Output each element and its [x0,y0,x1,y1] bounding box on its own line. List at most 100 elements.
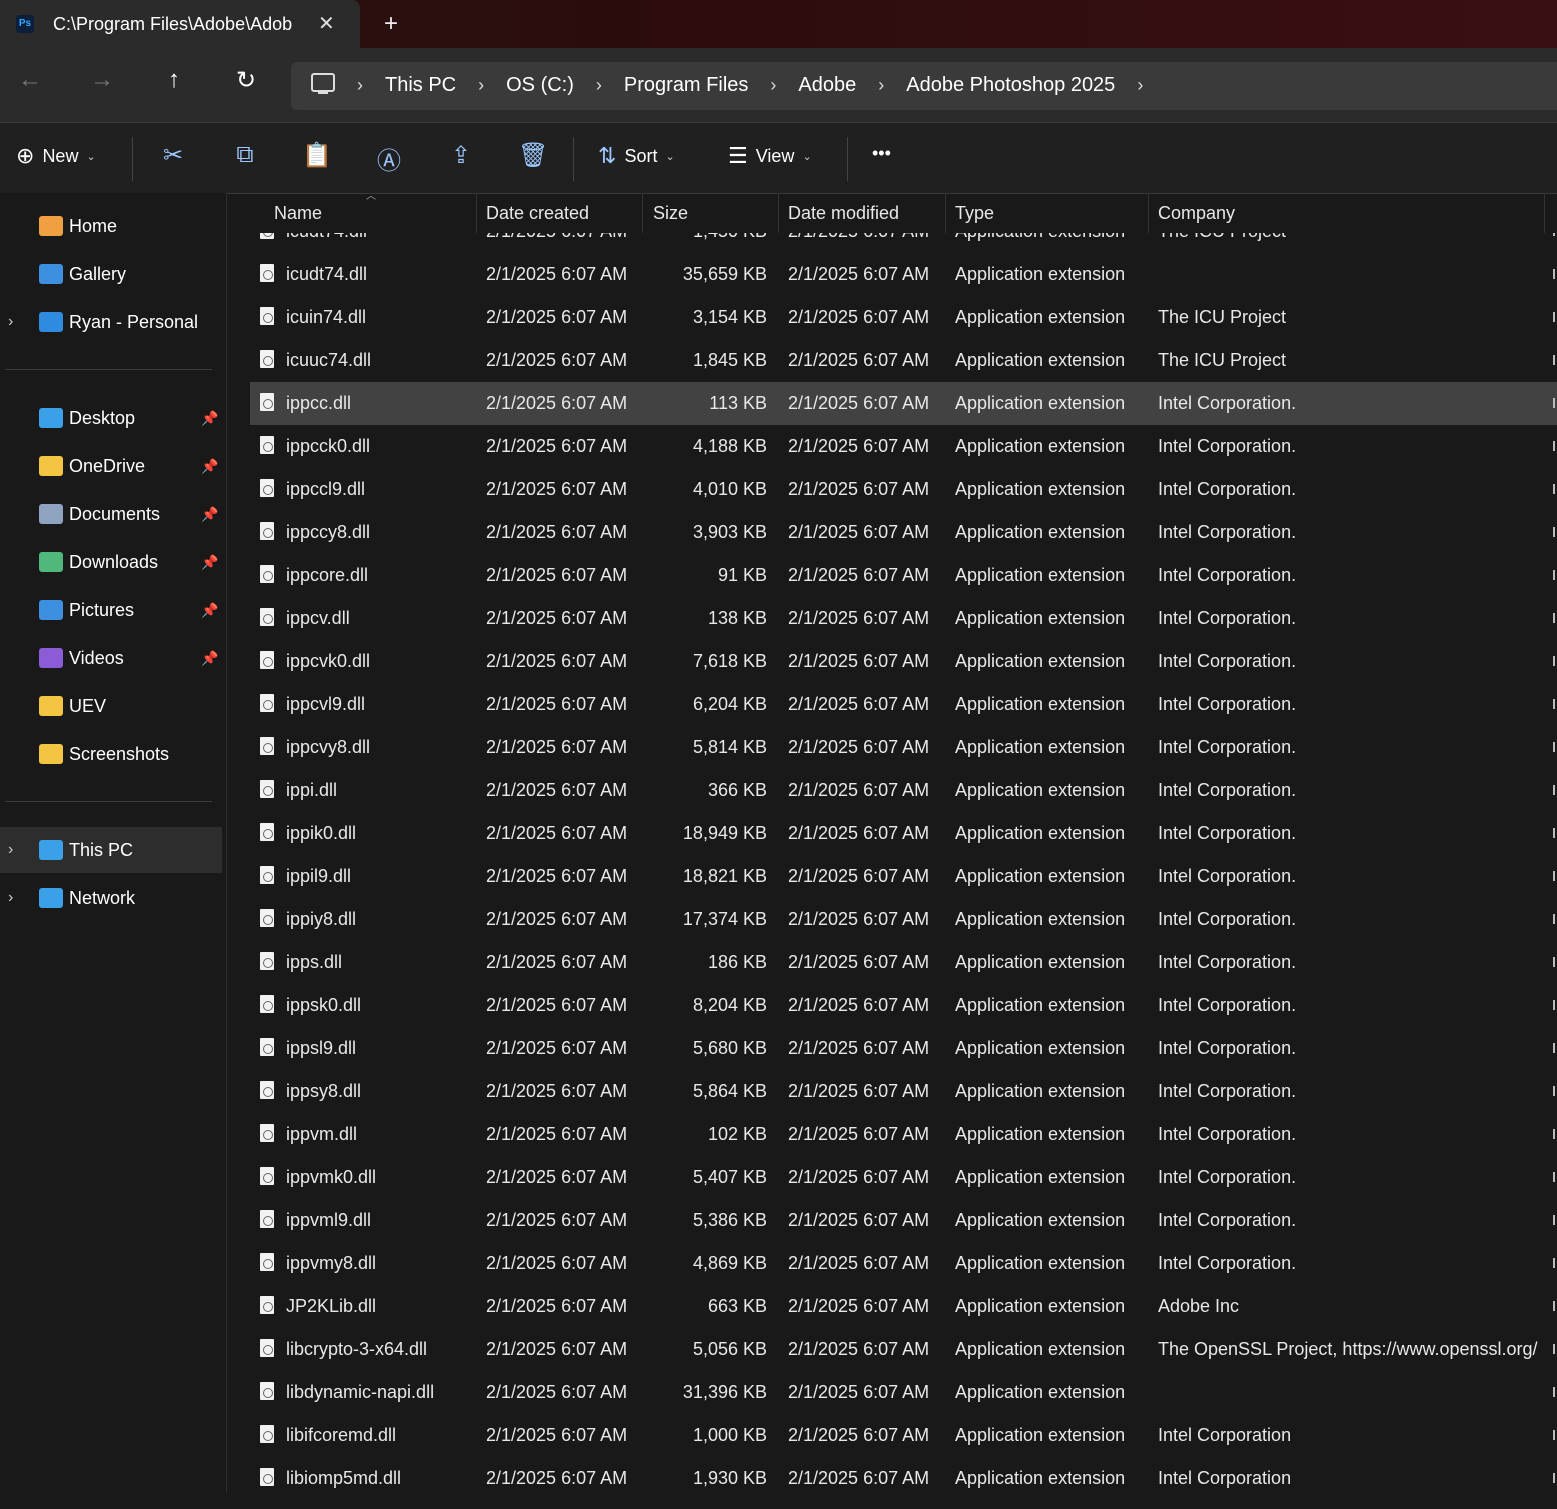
file-row[interactable]: ippcvl9.dll 2/1/2025 6:07 AM 6,204 KB 2/1/2… [250,683,1557,726]
file-row[interactable]: ippvml9.dll 2/1/2025 6:07 AM 5,386 KB 2/1/2… [250,1199,1557,1242]
pin-icon[interactable]: 📌 [201,410,218,427]
file-row[interactable]: icuuc74.dll 2/1/2025 6:07 AM 1,845 KB 2/1/2… [250,339,1557,382]
chevron-right-icon[interactable]: › [596,75,602,96]
sidebar-item-onedrive[interactable]: OneDrive 📌 [0,443,222,489]
row-edge-marker [1553,570,1555,580]
expand-chevron-icon[interactable]: › [8,841,13,859]
file-row[interactable]: ippcc.dll 2/1/2025 6:07 AM 113 KB 2/1/2025 … [250,382,1557,425]
chevron-right-icon[interactable]: › [357,75,363,96]
file-row[interactable]: ippsk0.dll 2/1/2025 6:07 AM 8,204 KB 2/1/20… [250,984,1557,1027]
sidebar-item-screenshots[interactable]: Screenshots [0,731,222,777]
sidebar-item-home[interactable]: Home [0,203,222,249]
file-name: ippcvk0.dll [286,651,371,671]
column-company[interactable]: Company [1158,203,1235,224]
file-row[interactable]: libiomp5md.dll 2/1/2025 6:07 AM 1,930 KB 2/… [250,1457,1557,1500]
sidebar-item-ryan-personal[interactable]: › Ryan - Personal [0,299,222,345]
up-arrow-icon[interactable]: ↑ [154,66,194,94]
file-size: 5,407 KB [692,1167,767,1187]
chevron-right-icon[interactable]: › [1137,75,1143,96]
file-row[interactable]: ippvmk0.dll 2/1/2025 6:07 AM 5,407 KB 2/1/2… [250,1156,1557,1199]
forward-arrow-icon[interactable]: → [82,66,122,94]
pin-icon[interactable]: 📌 [201,650,218,667]
file-row[interactable]: ippcck0.dll 2/1/2025 6:07 AM 4,188 KB 2/1/2… [250,425,1557,468]
column-divider[interactable] [642,193,643,233]
column-type[interactable]: Type [955,203,994,224]
file-row[interactable]: ippsy8.dll 2/1/2025 6:07 AM 5,864 KB 2/1/20… [250,1070,1557,1113]
view-button[interactable]: ☰ View ⌄ [728,143,812,169]
column-divider[interactable] [476,193,477,233]
sidebar-item-this-pc[interactable]: › This PC [0,827,222,873]
file-row[interactable]: icuin74.dll 2/1/2025 6:07 AM 3,154 KB 2/1/2… [250,296,1557,339]
sidebar-item-desktop[interactable]: Desktop 📌 [0,395,222,441]
tab-active[interactable]: Ps C:\Program Files\Adobe\Adob ✕ [0,0,360,48]
file-row[interactable]: JP2KLib.dll 2/1/2025 6:07 AM 663 KB 2/1/202… [250,1285,1557,1328]
refresh-icon[interactable]: ↻ [226,66,266,95]
sidebar-item-uev[interactable]: UEV [0,683,222,729]
sidebar-item-gallery[interactable]: Gallery [0,251,222,297]
delete-icon[interactable]: 🗑 [518,141,548,170]
chevron-right-icon[interactable]: › [478,75,484,96]
chevron-right-icon[interactable]: › [878,75,884,96]
paste-icon[interactable]: 📋 [302,141,332,170]
sort-button[interactable]: ⇅ Sort ⌄ [598,143,675,169]
pin-icon[interactable]: 📌 [201,554,218,571]
file-row[interactable]: ippik0.dll 2/1/2025 6:07 AM 18,949 KB 2/1/2… [250,812,1557,855]
file-row[interactable]: libdynamic-napi.dll 2/1/2025 6:07 AM 31,39… [250,1371,1557,1414]
expand-chevron-icon[interactable]: › [8,889,13,907]
new-button[interactable]: ⊕ New ⌄ [16,143,96,169]
column-divider[interactable] [1544,193,1545,233]
breadcrumb-item[interactable]: Program Files [624,74,748,97]
new-tab-icon[interactable]: + [384,10,398,38]
pin-icon[interactable]: 📌 [201,458,218,475]
file-type: Application extension [955,1339,1126,1359]
file-row[interactable]: ippccy8.dll 2/1/2025 6:07 AM 3,903 KB 2/1/2… [250,511,1557,554]
sidebar-item-downloads[interactable]: Downloads 📌 [0,539,222,585]
pin-icon[interactable]: 📌 [201,506,218,523]
pin-icon[interactable]: 📌 [201,602,218,619]
file-row[interactable]: ippvmy8.dll 2/1/2025 6:07 AM 4,869 KB 2/1/2… [250,1242,1557,1285]
copy-icon[interactable]: ⧉ [230,141,260,169]
chevron-right-icon[interactable]: › [770,75,776,96]
file-name: ippcck0.dll [286,436,371,456]
sidebar-item-pictures[interactable]: Pictures 📌 [0,587,222,633]
file-row[interactable]: ippcvy8.dll 2/1/2025 6:07 AM 5,814 KB 2/1/2… [250,726,1557,769]
file-row[interactable]: ippcv.dll 2/1/2025 6:07 AM 138 KB 2/1/2025 … [250,597,1557,640]
cut-icon[interactable]: ✂ [158,141,188,170]
sidebar-item-videos[interactable]: Videos 📌 [0,635,222,681]
back-arrow-icon[interactable]: ← [10,66,50,94]
expand-chevron-icon[interactable]: › [8,313,13,331]
file-row[interactable]: ippil9.dll 2/1/2025 6:07 AM 18,821 KB 2/1/2… [250,855,1557,898]
sidebar-item-documents[interactable]: Documents 📌 [0,491,222,537]
file-row[interactable]: ipps.dll 2/1/2025 6:07 AM 186 KB 2/1/2025 6… [250,941,1557,984]
share-icon[interactable]: ⇪ [446,141,476,170]
breadcrumb-item[interactable]: Adobe [798,74,856,97]
breadcrumb-item[interactable]: Adobe Photoshop 2025 [906,74,1115,97]
address-bar[interactable]: › This PC › OS (C:) › Program Files › Adobe › Ado… [291,62,1557,110]
file-row[interactable]: ippi.dll 2/1/2025 6:07 AM 366 KB 2/1/2025 6… [250,769,1557,812]
file-row[interactable]: ippiy8.dll 2/1/2025 6:07 AM 17,374 KB 2/1/2… [250,898,1557,941]
navigation-bar: ← → ↑ ↻ › This PC › OS (C:) › Program Files › A… [0,48,1557,122]
file-row[interactable]: ippcore.dll 2/1/2025 6:07 AM 91 KB 2/1/2025… [250,554,1557,597]
file-row[interactable]: icudt74.dll 2/1/2025 6:07 AM 35,659 KB 2/1/… [250,253,1557,296]
column-name[interactable]: Name [274,203,322,224]
sidebar-item-network[interactable]: › Network [0,875,222,921]
breadcrumb-item[interactable]: OS (C:) [506,74,574,97]
file-company: Intel Corporation. [1158,522,1297,542]
file-row[interactable]: ippsl9.dll 2/1/2025 6:07 AM 5,680 KB 2/1/20… [250,1027,1557,1070]
column-divider[interactable] [945,193,946,233]
close-tab-icon[interactable]: ✕ [318,11,335,36]
more-options-button[interactable]: ••• [872,143,891,164]
file-row[interactable]: libifcoremd.dll 2/1/2025 6:07 AM 1,000 KB 2… [250,1414,1557,1457]
column-date-created[interactable]: Date created [486,203,589,224]
column-divider[interactable] [778,193,779,233]
column-size[interactable]: Size [653,203,688,224]
file-row[interactable]: icudt74.dll 2/1/2025 6:07 AM 1,450 KB 2/1/2… [250,233,1557,253]
file-row[interactable]: ippcvk0.dll 2/1/2025 6:07 AM 7,618 KB 2/1/2… [250,640,1557,683]
column-divider[interactable] [1148,193,1149,233]
breadcrumb-item[interactable]: This PC [385,74,456,97]
rename-icon[interactable]: Ⓐ [374,141,404,176]
file-row[interactable]: libcrypto-3-x64.dll 2/1/2025 6:07 AM 5,056… [250,1328,1557,1371]
file-row[interactable]: ippccl9.dll 2/1/2025 6:07 AM 4,010 KB 2/1/2… [250,468,1557,511]
column-date-modified[interactable]: Date modified [788,203,899,224]
file-row[interactable]: ippvm.dll 2/1/2025 6:07 AM 102 KB 2/1/2025 … [250,1113,1557,1156]
